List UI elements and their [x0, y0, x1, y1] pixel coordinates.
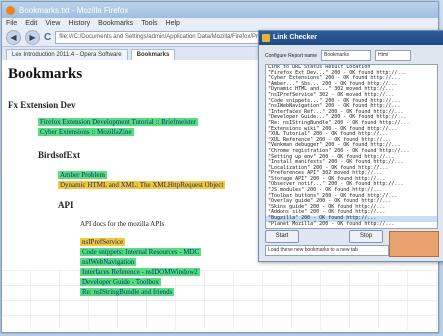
menu-tools[interactable]: Tools [141, 20, 157, 27]
title-bar: Bookmarks.txt - Mozilla Firefox [2, 2, 438, 18]
menu-history[interactable]: History [68, 20, 90, 27]
bookmark-link[interactable]: Cyber Extensions :: MozillaZine [38, 128, 134, 136]
api-description: API docs for the mozilla APIs [80, 220, 165, 228]
result-row[interactable]: "Planet Mozilla" 200 - OK found http://.… [266, 221, 437, 228]
progress-panel [389, 231, 439, 257]
status-text: Load these new bookmarks to a new tab [265, 245, 389, 256]
bookmark-link[interactable]: nsIPrefService [80, 238, 126, 246]
page-grid-background [2, 270, 438, 330]
tab-lex-introduction[interactable]: Lex Introduction 2011.4 - Opera Software [6, 49, 128, 60]
menu-view[interactable]: View [45, 20, 60, 27]
bookmark-link[interactable]: Interfaces Reference - nsIDOMWindow2 [80, 268, 200, 276]
section-heading: Fx Extension Dev [8, 100, 76, 110]
bookmark-link[interactable]: Dynamic HTML and XML: The XMLHttpRequest… [58, 181, 226, 189]
link-checker-icon [262, 34, 270, 42]
start-button[interactable]: Start [265, 230, 299, 243]
menu-file[interactable]: File [6, 20, 17, 27]
menu-edit[interactable]: Edit [25, 20, 37, 27]
page-title: Bookmarks [8, 66, 83, 82]
window-title: Bookmarks.txt - Mozilla Firefox [19, 5, 129, 15]
api-heading: API [58, 200, 74, 210]
bookmark-link[interactable]: Code snippets: Internal Resources - MDC [80, 248, 202, 256]
dialog-title: Link Checker [273, 34, 317, 41]
link-checker-dialog: Link Checker Configure Report name Bookm… [258, 30, 443, 262]
bookmark-link[interactable]: Developer Guide - Toolbox [80, 278, 161, 286]
stop-button[interactable]: Stop [349, 230, 383, 243]
report-format-select[interactable]: Html [374, 50, 411, 61]
menu-bar: File Edit View History Bookmarks Tools H… [2, 18, 438, 29]
tab-bookmarks[interactable]: Bookmarks [130, 49, 176, 60]
results-list[interactable]: Link to URL Status Result Location "Firef… [265, 64, 438, 229]
report-config-row: Configure Report name Bookmarks Html [265, 50, 411, 61]
reload-button[interactable]: C [44, 32, 51, 43]
subsection-heading: BirdsofExt [38, 150, 81, 160]
report-name-input[interactable]: Bookmarks [320, 50, 371, 61]
menu-bookmarks[interactable]: Bookmarks [98, 20, 133, 27]
bookmark-link[interactable]: Firefox Extension Development Tutorial :… [38, 118, 199, 126]
bookmark-link[interactable]: nsIWebNavigation [80, 258, 137, 266]
menu-help[interactable]: Help [166, 20, 180, 27]
forward-button[interactable]: ▶ [25, 30, 40, 45]
report-name-label: Configure Report name [265, 52, 317, 59]
bookmark-link[interactable]: Amber Problem [58, 171, 107, 179]
firefox-icon [6, 5, 15, 15]
dialog-title-bar: Link Checker [259, 31, 443, 45]
bookmark-link[interactable]: Re: nsIStringBundle and friends [80, 288, 175, 296]
back-button[interactable]: ◀ [6, 30, 21, 45]
